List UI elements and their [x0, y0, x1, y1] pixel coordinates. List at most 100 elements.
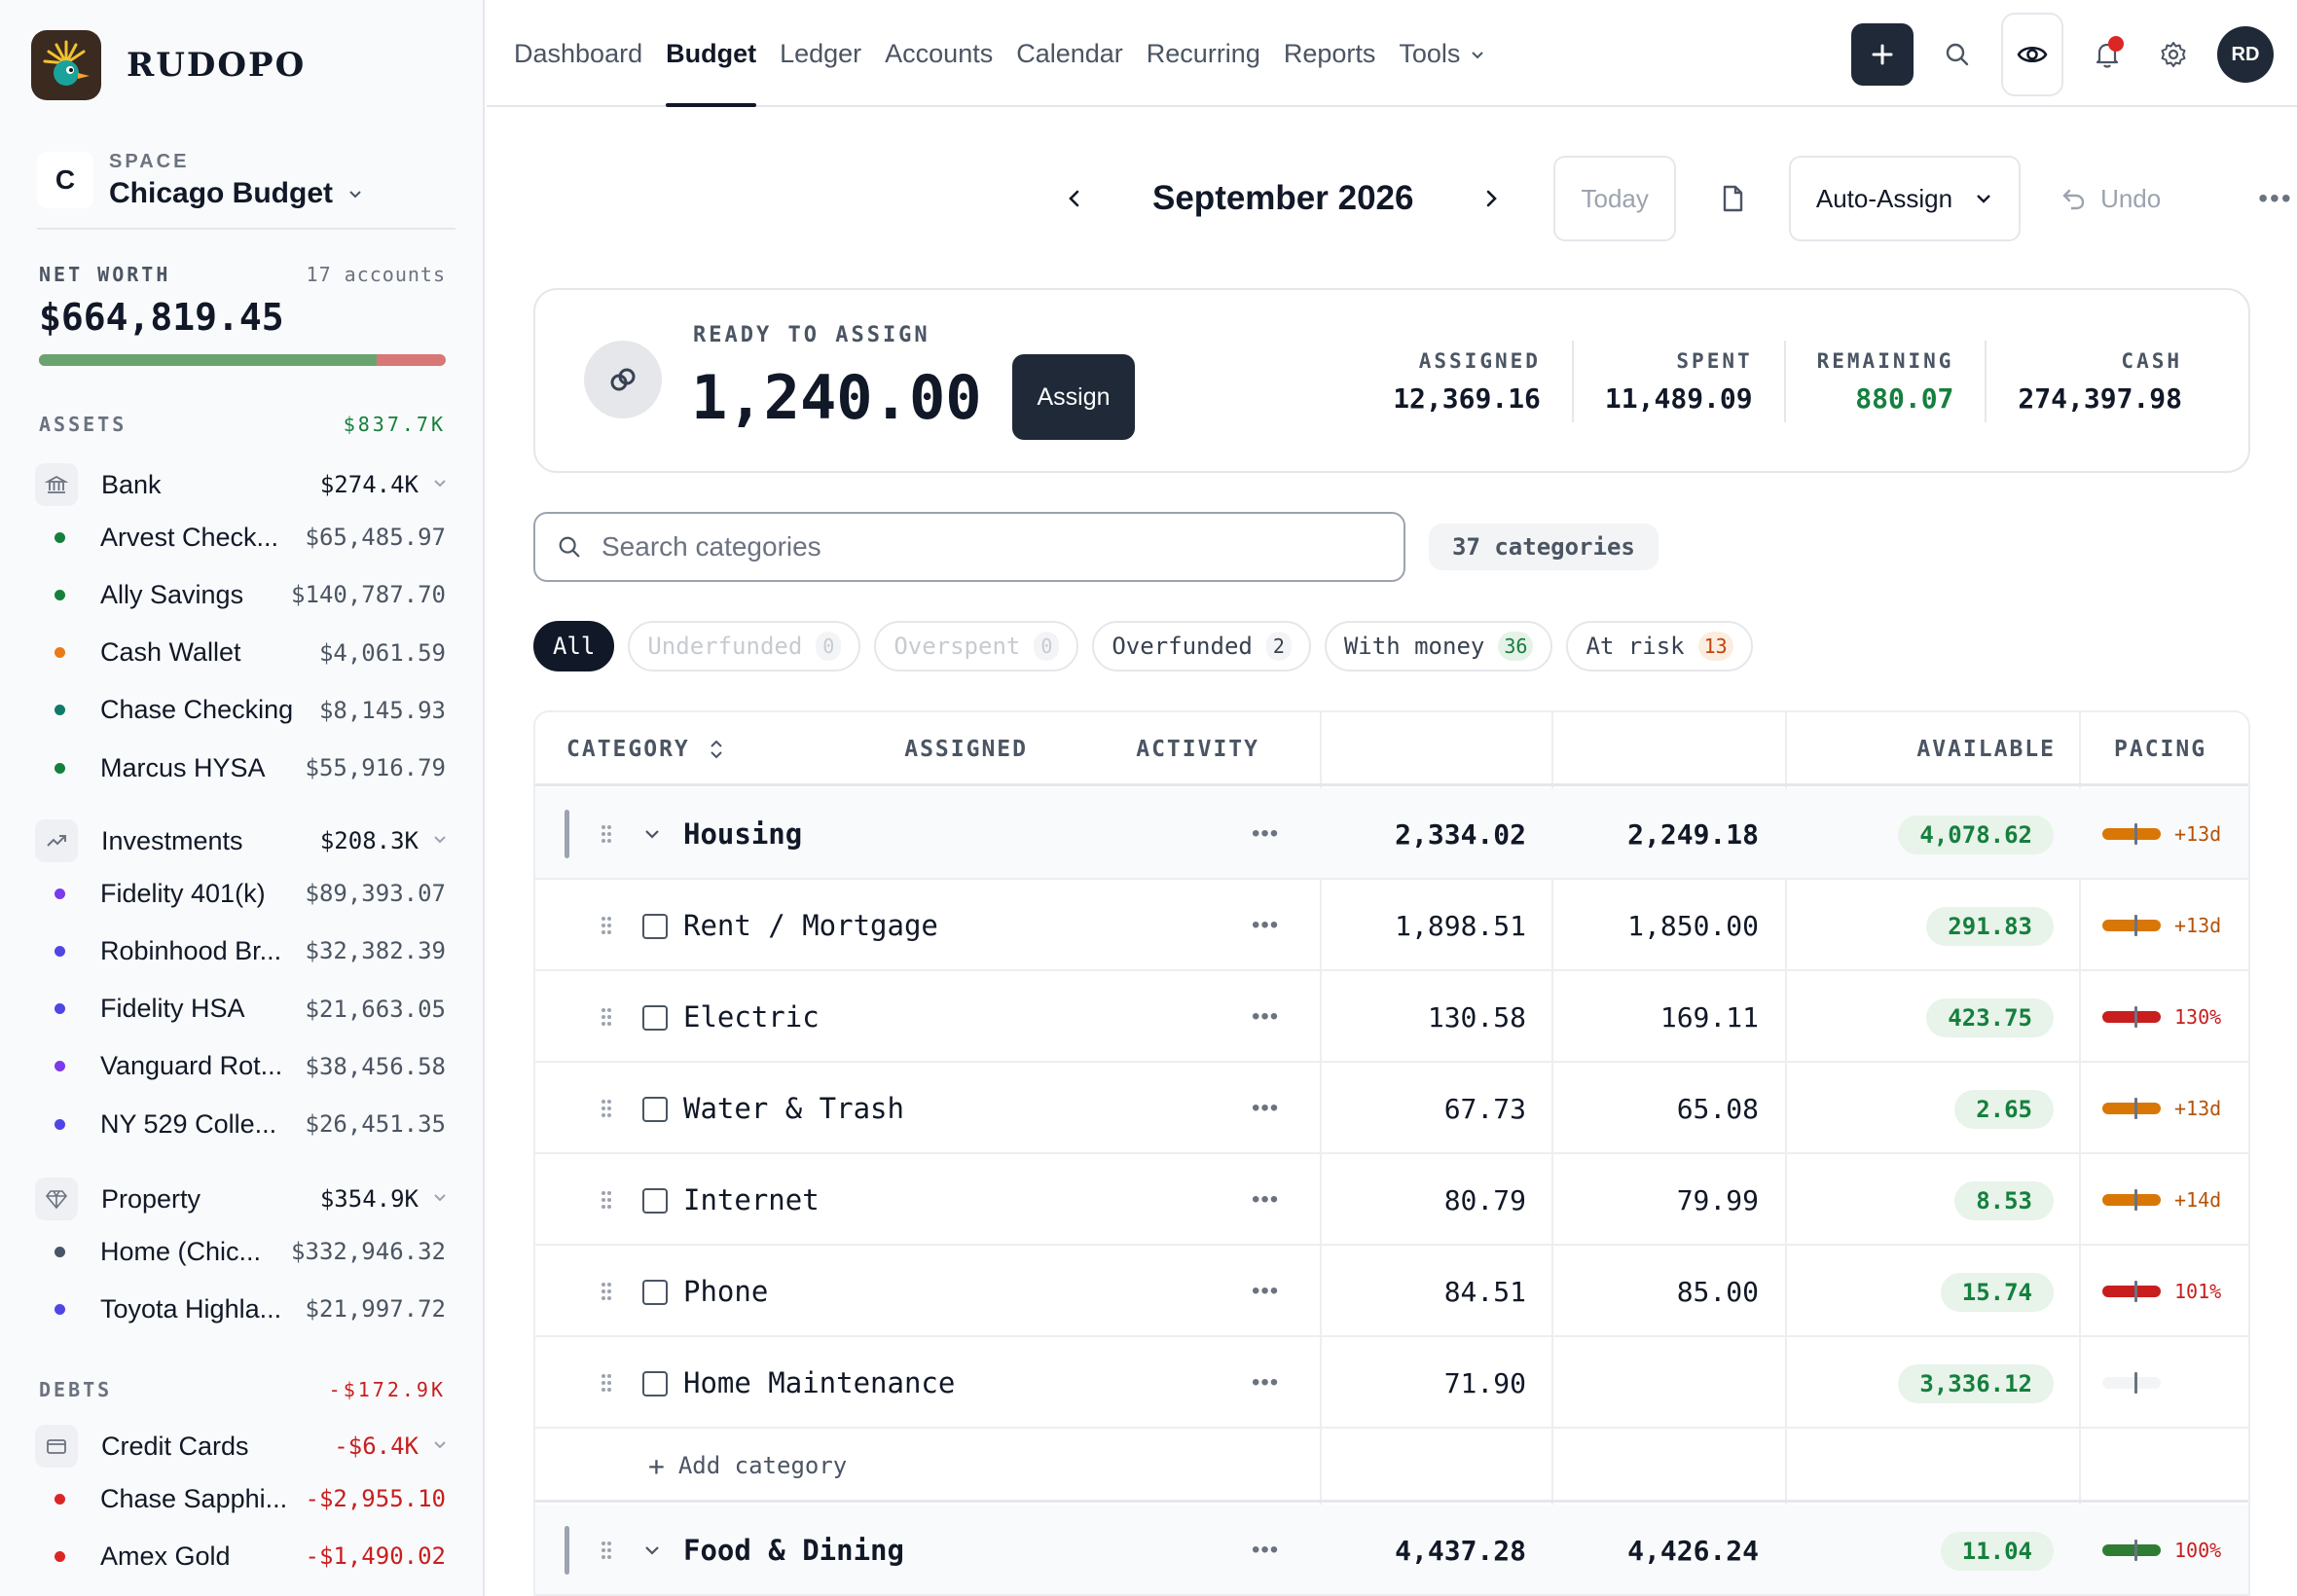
nav-reports[interactable]: Reports: [1284, 0, 1376, 107]
filter-chip-all[interactable]: All: [533, 621, 615, 671]
nav-calendar[interactable]: Calendar: [1016, 0, 1123, 107]
filter-chip-overfunded[interactable]: Overfunded 2: [1092, 621, 1311, 671]
row-more-icon[interactable]: •••: [1252, 971, 1279, 1063]
drag-handle-icon[interactable]: [600, 1246, 613, 1337]
account-item[interactable]: Fidelity HSA $21,663.05: [55, 990, 446, 1029]
app-logo[interactable]: RUDOPO: [31, 29, 306, 101]
category-row[interactable]: Water & Trash ••• 67.73 65.08 2.65 +13d: [535, 1063, 2248, 1154]
add-button[interactable]: [1851, 23, 1914, 86]
account-item[interactable]: Fidelity 401(k) $89,393.07: [55, 874, 446, 913]
account-item[interactable]: Cash Wallet $4,061.59: [55, 634, 446, 672]
assigned-value[interactable]: 84.51: [1444, 1246, 1526, 1337]
drag-handle-icon[interactable]: [600, 1154, 613, 1246]
settings-button[interactable]: [2151, 32, 2196, 77]
category-row[interactable]: Phone ••• 84.51 85.00 15.74 101%: [535, 1246, 2248, 1337]
search-button[interactable]: [1935, 32, 1980, 77]
more-options-icon[interactable]: •••: [2258, 183, 2292, 214]
category-row[interactable]: Electric ••• 130.58 169.11 423.75 130%: [535, 971, 2248, 1063]
next-month-button[interactable]: [1468, 175, 1514, 222]
row-checkbox[interactable]: [642, 1097, 668, 1122]
search-categories-field[interactable]: [533, 512, 1405, 582]
category-row[interactable]: Rent / Mortgage ••• 1,898.51 1,850.00 291.83…: [535, 880, 2248, 971]
assigned-value[interactable]: 130.58: [1428, 971, 1526, 1063]
assigned-value[interactable]: 80.79: [1444, 1154, 1526, 1246]
account-item[interactable]: Home (Chic... $332,946.32: [55, 1232, 446, 1271]
available-pill[interactable]: 4,078.62: [1898, 816, 2054, 854]
drag-handle-icon[interactable]: [600, 971, 613, 1063]
row-checkbox[interactable]: [642, 1005, 668, 1031]
notes-button[interactable]: [1709, 175, 1756, 222]
category-group-row[interactable]: Food & Dining ••• 4,437.28 4,426.24 11.04 100…: [535, 1505, 2248, 1596]
row-more-icon[interactable]: •••: [1252, 1063, 1279, 1154]
account-item[interactable]: Chase Checking $8,145.93: [55, 691, 446, 730]
category-row[interactable]: Internet ••• 80.79 79.99 8.53 +14d: [535, 1154, 2248, 1246]
account-item[interactable]: NY 529 Colle... $26,451.35: [55, 1105, 446, 1143]
available-pill[interactable]: 8.53: [1954, 1181, 2054, 1220]
account-item[interactable]: Amex Gold -$1,490.02: [55, 1537, 446, 1576]
assigned-value[interactable]: 67.73: [1444, 1063, 1526, 1154]
filter-chip-underfunded[interactable]: Underfunded 0: [628, 621, 861, 671]
filter-chip-at-risk[interactable]: At risk 13: [1566, 621, 1753, 671]
nav-ledger[interactable]: Ledger: [780, 0, 861, 107]
category-column-header[interactable]: CATEGORY: [566, 712, 725, 786]
account-item[interactable]: Ally Savings $140,787.70: [55, 575, 446, 614]
chevron-down-icon[interactable]: [642, 788, 662, 880]
available-pill[interactable]: 291.83: [1926, 907, 2054, 946]
account-group-bank[interactable]: Bank $274.4K: [35, 461, 448, 508]
drag-handle-icon[interactable]: [600, 1337, 613, 1429]
account-item[interactable]: Vanguard Rot... $38,456.58: [55, 1047, 446, 1086]
space-switcher[interactable]: C SPACE Chicago Budget: [37, 132, 456, 230]
row-checkbox[interactable]: [642, 1280, 668, 1305]
category-row[interactable]: Home Maintenance ••• 71.90 3,336.12: [535, 1337, 2248, 1429]
account-group-investments[interactable]: Investments $208.3K: [35, 817, 448, 864]
available-pill[interactable]: 423.75: [1926, 998, 2054, 1037]
row-checkbox[interactable]: [642, 1371, 668, 1396]
category-group-row[interactable]: Housing ••• 2,334.02 2,249.18 4,078.62 +13d: [535, 788, 2248, 880]
nav-dashboard[interactable]: Dashboard: [514, 0, 642, 107]
assigned-value[interactable]: 1,898.51: [1395, 880, 1526, 971]
filter-chip-overspent[interactable]: Overspent 0: [874, 621, 1079, 671]
row-more-icon[interactable]: •••: [1252, 1337, 1279, 1429]
search-categories-input[interactable]: [602, 531, 1341, 562]
account-group-credit-cards[interactable]: Credit Cards -$6.4K: [35, 1423, 448, 1469]
row-checkbox[interactable]: [642, 1188, 668, 1214]
today-button[interactable]: Today: [1553, 156, 1676, 241]
nav-tools[interactable]: Tools: [1399, 0, 1485, 107]
avatar[interactable]: RD: [2217, 26, 2274, 83]
undo-button[interactable]: Undo: [2060, 184, 2161, 214]
account-item[interactable]: Marcus HYSA $55,916.79: [55, 748, 446, 787]
assigned-value[interactable]: 4,437.28: [1395, 1505, 1526, 1596]
row-checkbox[interactable]: [642, 914, 668, 939]
available-pill[interactable]: 3,336.12: [1898, 1364, 2054, 1403]
auto-assign-dropdown[interactable]: Auto-Assign: [1788, 156, 2022, 241]
filter-chip-with-money[interactable]: With money 36: [1324, 621, 1553, 671]
account-item[interactable]: Arvest Check... $65,485.97: [55, 518, 446, 557]
drag-handle-icon[interactable]: [600, 1063, 613, 1154]
add-category-button[interactable]: + Add category: [648, 1429, 847, 1503]
drag-handle-icon[interactable]: [600, 788, 613, 880]
account-item[interactable]: Robinhood Br... $32,382.39: [55, 931, 446, 970]
row-more-icon[interactable]: •••: [1252, 880, 1279, 971]
drag-handle-icon[interactable]: [600, 1505, 613, 1596]
available-pill[interactable]: 15.74: [1940, 1273, 2054, 1312]
row-more-icon[interactable]: •••: [1252, 788, 1279, 880]
account-item[interactable]: Toyota Highla... $21,997.72: [55, 1289, 446, 1328]
drag-handle-icon[interactable]: [600, 880, 613, 971]
available-pill[interactable]: 2.65: [1954, 1090, 2054, 1129]
notifications-button[interactable]: [2085, 32, 2130, 77]
assign-button[interactable]: Assign: [1012, 354, 1135, 440]
previous-month-button[interactable]: [1051, 175, 1098, 222]
chevron-down-icon[interactable]: [642, 1505, 662, 1596]
row-more-icon[interactable]: •••: [1252, 1154, 1279, 1246]
assigned-value[interactable]: 2,334.02: [1395, 788, 1526, 880]
assigned-value[interactable]: 71.90: [1444, 1337, 1526, 1429]
account-group-property[interactable]: Property $354.9K: [35, 1176, 448, 1222]
row-more-icon[interactable]: •••: [1252, 1246, 1279, 1337]
privacy-toggle-button[interactable]: [2001, 13, 2063, 96]
nav-recurring[interactable]: Recurring: [1147, 0, 1260, 107]
nav-budget[interactable]: Budget: [666, 0, 756, 107]
account-item[interactable]: Chase Sapphi... -$2,955.10: [55, 1479, 446, 1518]
row-more-icon[interactable]: •••: [1252, 1505, 1279, 1596]
nav-accounts[interactable]: Accounts: [885, 0, 993, 107]
available-pill[interactable]: 11.04: [1940, 1532, 2054, 1571]
